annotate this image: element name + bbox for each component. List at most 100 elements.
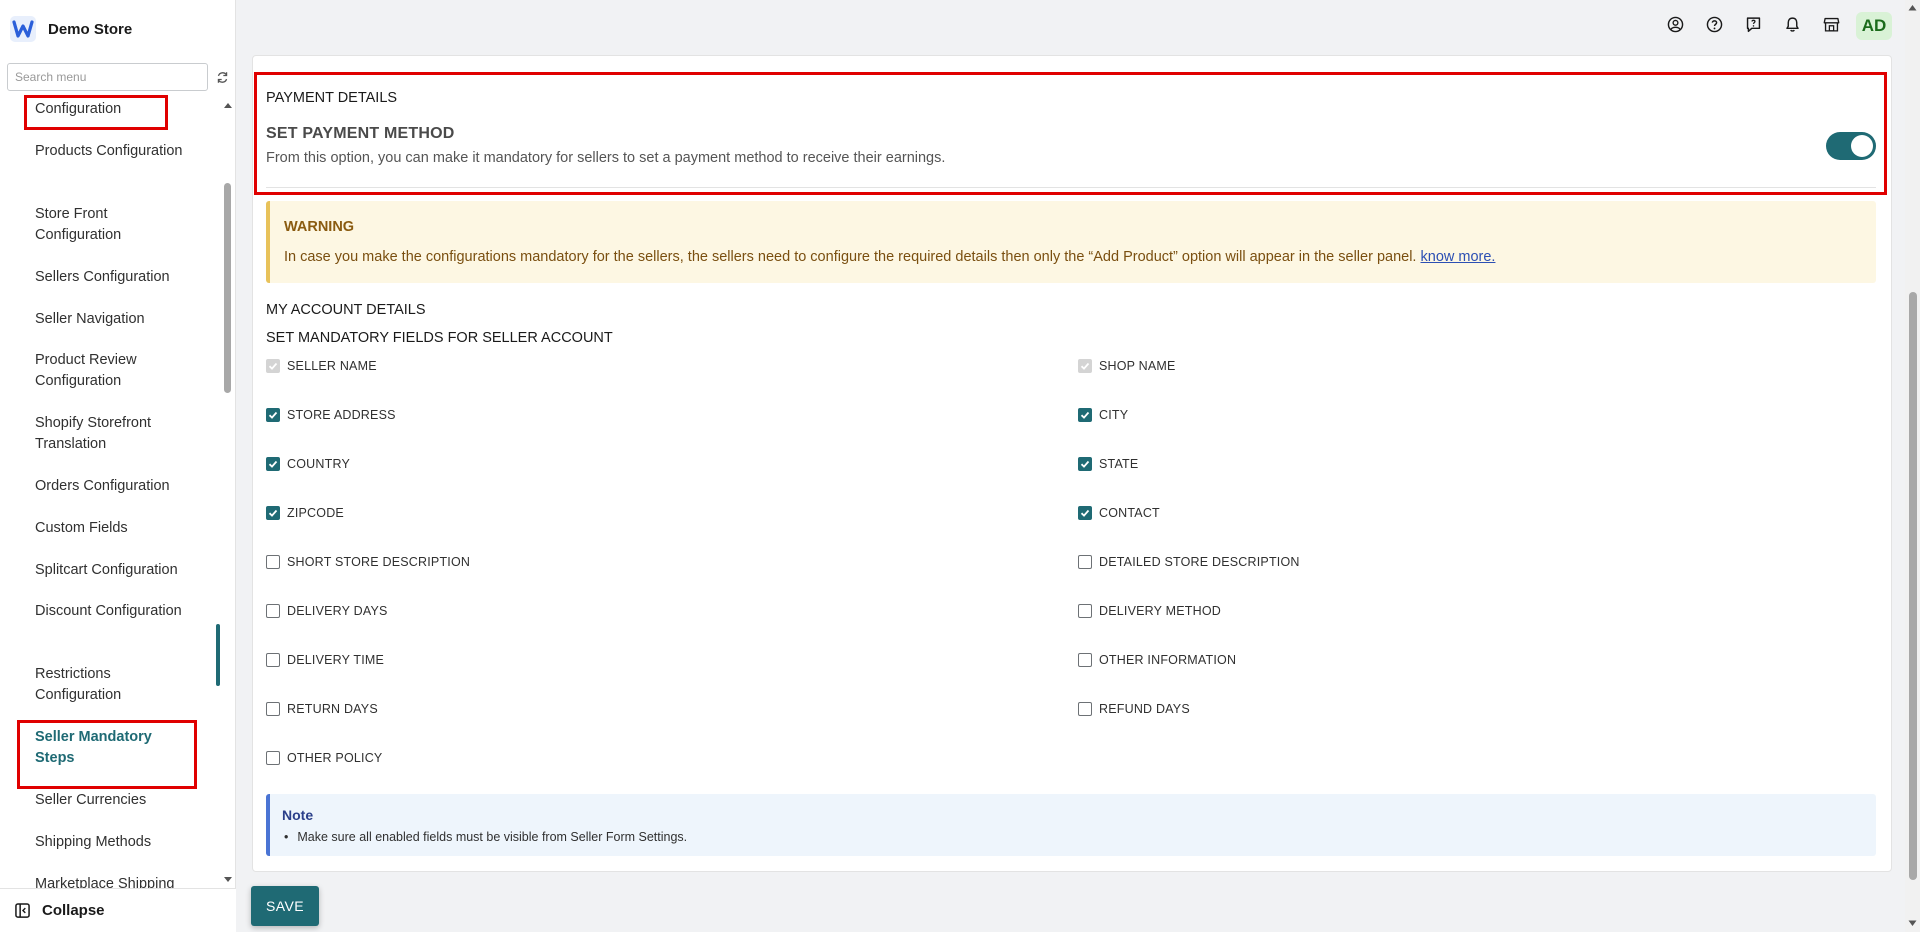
field-label: RETURN DAYS [287,702,378,716]
top-bar [237,0,1905,50]
page-scroll-up-icon[interactable] [1908,4,1917,11]
sidebar-item-restrictions-configuration[interactable]: Restrictions Configuration [35,664,195,706]
sidebar-item-product-review-configuration[interactable]: Product Review Configuration [35,350,195,392]
checkbox-icon[interactable] [1078,702,1092,716]
checkbox-icon[interactable] [266,408,280,422]
help-icon[interactable] [1704,14,1724,34]
field-seller-name[interactable]: SELLER NAME [266,359,377,373]
field-delivery-method[interactable]: DELIVERY METHOD [1078,604,1221,618]
sidebar-item-configuration[interactable]: Configuration [35,99,195,120]
checkbox-icon[interactable] [266,457,280,471]
field-zipcode[interactable]: ZIPCODE [266,506,344,520]
sidebar-item-marketplace-shipping[interactable]: Marketplace Shipping [35,874,195,888]
field-city[interactable]: CITY [1078,408,1128,422]
field-label: REFUND DAYS [1099,702,1190,716]
account-circle-icon[interactable] [1665,14,1685,34]
divider [266,187,1876,188]
sidebar-item-splitcart-configuration[interactable]: Splitcart Configuration [35,560,195,581]
checkbox-icon[interactable] [1078,555,1092,569]
brand-logo-icon [10,16,36,42]
field-delivery-time[interactable]: DELIVERY TIME [266,653,384,667]
field-label: DELIVERY METHOD [1099,604,1222,618]
note-text: Make sure all enabled fields must be vis… [284,830,687,844]
checkbox-icon[interactable] [266,555,280,569]
page-scroll-down-icon[interactable] [1908,920,1917,927]
mandatory-fields-subtitle: SET MANDATORY FIELDS FOR SELLER ACCOUNT [266,330,613,346]
search-wrap [7,63,208,91]
checkbox-icon[interactable] [266,359,280,373]
field-other-policy[interactable]: OTHER POLICY [266,751,382,765]
toggle-knob [1851,135,1873,157]
field-detailed-store-description[interactable]: DETAILED STORE DESCRIPTION [1078,555,1300,569]
field-return-days[interactable]: RETURN DAYS [266,702,378,716]
page-scrollbar-thumb[interactable] [1909,292,1917,880]
sidebar-item-custom-fields[interactable]: Custom Fields [35,518,195,539]
store-icon[interactable] [1821,14,1841,34]
store-name: Demo Store [48,20,133,38]
field-label: CITY [1099,408,1129,422]
field-delivery-days[interactable]: DELIVERY DAYS [266,604,388,618]
field-label: OTHER POLICY [287,751,383,765]
sidebar-item-seller-currencies[interactable]: Seller Currencies [35,790,195,811]
checkbox-icon[interactable] [266,506,280,520]
page-scrollbar[interactable] [1905,0,1920,932]
refresh-icon[interactable] [213,68,231,86]
know-more-link[interactable]: know more. [1421,249,1496,265]
warning-banner: WARNING In case you make the configurati… [266,201,1876,283]
sidebar-item-products-configuration[interactable]: Products Configuration [35,141,195,162]
collapse-button[interactable]: Collapse [0,888,236,932]
sidebar-scrollbar-thumb[interactable] [224,183,231,393]
brand[interactable]: Demo Store [10,14,132,44]
field-label: COUNTRY [287,457,350,471]
avatar[interactable]: AD [1856,12,1892,40]
bell-icon[interactable] [1782,14,1802,34]
field-contact[interactable]: CONTACT [1078,506,1160,520]
field-label: CONTACT [1099,506,1160,520]
field-label: STATE [1099,457,1139,471]
checkbox-icon[interactable] [266,653,280,667]
field-label: DETAILED STORE DESCRIPTION [1099,555,1300,569]
search-menu-input[interactable] [7,63,208,91]
payment-method-toggle[interactable] [1826,132,1876,160]
checkbox-icon[interactable] [1078,408,1092,422]
checkbox-icon[interactable] [266,604,280,618]
checkbox-icon[interactable] [1078,653,1092,667]
field-label: ZIPCODE [287,506,344,520]
sidebar-item-orders-configuration[interactable]: Orders Configuration [35,476,195,497]
field-short-store-description[interactable]: SHORT STORE DESCRIPTION [266,555,470,569]
sidebar-item-seller-navigation[interactable]: Seller Navigation [35,309,195,330]
field-refund-days[interactable]: REFUND DAYS [1078,702,1190,716]
sidebar-item-shopify-storefront-translation[interactable]: Shopify Storefront Translation [35,413,195,455]
field-label: STORE ADDRESS [287,408,396,422]
sidebar-item-shipping-methods[interactable]: Shipping Methods [35,832,195,853]
field-label: SHORT STORE DESCRIPTION [287,555,471,569]
field-label: SELLER NAME [287,359,377,373]
warning-title: WARNING [284,219,355,235]
checkbox-icon[interactable] [1078,506,1092,520]
field-country[interactable]: COUNTRY [266,457,350,471]
field-label: SHOP NAME [1099,359,1176,373]
field-state[interactable]: STATE [1078,457,1138,471]
field-label: OTHER INFORMATION [1099,653,1237,667]
my-account-details-title: MY ACCOUNT DETAILS [266,302,426,318]
field-shop-name[interactable]: SHOP NAME [1078,359,1176,373]
field-other-information[interactable]: OTHER INFORMATION [1078,653,1236,667]
active-indicator [216,624,220,686]
settings-card [252,55,1892,872]
sidebar-item-store-front-configuration[interactable]: Store Front Configuration [35,204,195,246]
checkbox-icon[interactable] [266,751,280,765]
scroll-up-arrow-icon[interactable] [223,101,233,109]
checkbox-icon[interactable] [1078,457,1092,471]
collapse-label: Collapse [42,902,105,919]
checkbox-icon[interactable] [1078,359,1092,373]
checkbox-icon[interactable] [266,702,280,716]
field-store-address[interactable]: STORE ADDRESS [266,408,396,422]
sidebar-item-discount-configuration[interactable]: Discount Configuration [35,601,195,622]
sidebar-item-seller-mandatory-steps[interactable]: Seller Mandatory Steps [35,727,195,769]
save-button[interactable]: SAVE [251,886,319,926]
scroll-down-arrow-icon[interactable] [223,876,233,884]
sidebar-item-sellers-configuration[interactable]: Sellers Configuration [35,267,195,288]
field-label: DELIVERY DAYS [287,604,388,618]
feedback-icon[interactable] [1743,14,1763,34]
checkbox-icon[interactable] [1078,604,1092,618]
